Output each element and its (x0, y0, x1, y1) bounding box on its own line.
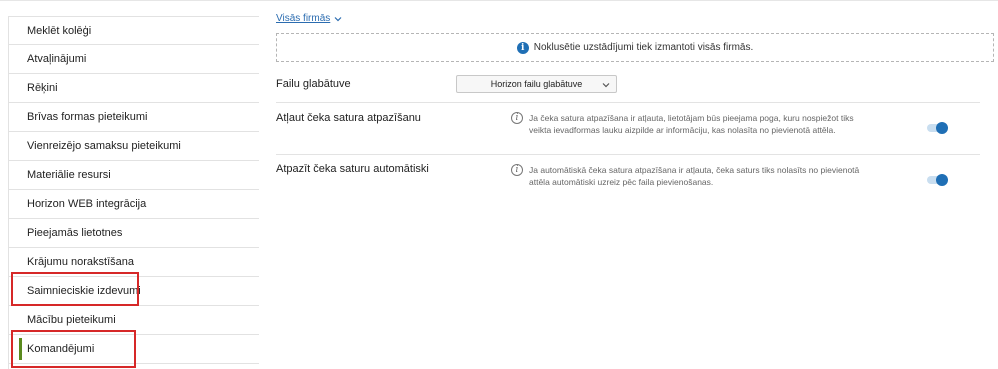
sidebar-item-label: Atvaļinājumi (27, 53, 87, 65)
scope-label: Visās firmās (276, 13, 331, 24)
defaults-notice: i Noklusētie uzstādījumi tiek izmantoti … (276, 33, 994, 62)
sidebar-item-horizon-web-integracija[interactable]: Horizon WEB integrācija (9, 190, 259, 219)
chevron-down-icon (602, 83, 610, 88)
toggle-knob (936, 122, 948, 134)
sidebar-item-label: Meklēt kolēģi (27, 24, 92, 37)
toggle-knob (936, 174, 948, 186)
chevron-down-icon (334, 16, 342, 21)
select-value: Horizon failu glabātuve (490, 79, 583, 89)
sidebar-item-brivas-formas-pieteikumi[interactable]: Brīvas formas pieteikumi (9, 103, 259, 132)
sidebar-item-komandejumi[interactable]: Komandējumi (9, 335, 259, 364)
info-outline-icon: i (511, 164, 523, 176)
info-icon: i (516, 41, 529, 54)
setting-label: Atpazīt čeka saturu automātiski (276, 163, 429, 175)
sidebar-item-label: Komandējumi (27, 343, 95, 355)
info-outline-icon: i (511, 112, 523, 124)
allow-recognition-toggle[interactable] (927, 122, 948, 134)
notice-text: Noklusētie uzstādījumi tiek izmantoti vi… (533, 42, 754, 53)
sidebar: Meklēt kolēģi Atvaļinājumi Rēķini Brīvas… (8, 16, 259, 369)
auto-recognition-toggle[interactable] (927, 174, 948, 186)
sidebar-item-rekini[interactable]: Rēķini (9, 74, 259, 103)
file-storage-select[interactable]: Horizon failu glabātuve (456, 75, 617, 93)
divider (276, 154, 980, 155)
sidebar-item-atvalinajumi[interactable]: Atvaļinājumi (9, 45, 259, 74)
setting-label: Failu glabātuve (276, 78, 351, 90)
sidebar-item-macibu-pieteikumi[interactable]: Mācību pieteikumi (9, 306, 259, 335)
top-border (0, 0, 998, 1)
sidebar-item-meklet-kolegi[interactable]: Meklēt kolēģi (9, 16, 259, 45)
sidebar-item-label: Brīvas formas pieteikumi (27, 111, 148, 123)
sidebar-item-saimnieciskie-izdevumi[interactable]: Saimnieciskie izdevumi (9, 277, 259, 306)
setting-description: Ja čeka satura atpazīšana ir atļauta, li… (529, 113, 854, 135)
sidebar-item-label: Pieejamās lietotnes (27, 227, 123, 239)
sidebar-item-label: Vienreizējo samaksu pieteikumi (27, 140, 181, 152)
sidebar-item-label: Horizon WEB integrācija (27, 198, 147, 210)
sidebar-item-label: Mācību pieteikumi (27, 314, 116, 326)
setting-label: Atļaut čeka satura atpazīšanu (276, 112, 421, 124)
sidebar-item-krajumu-norakstisana[interactable]: Krājumu norakstīšana (9, 248, 259, 277)
divider (276, 102, 980, 103)
setting-description: Ja automātiskā čeka satura atpazīšana ir… (529, 165, 860, 187)
sidebar-item-label: Materiālie resursi (27, 169, 111, 181)
sidebar-item-materialie-resursi[interactable]: Materiālie resursi (9, 161, 259, 190)
scope-dropdown[interactable]: Visās firmās (276, 13, 342, 24)
sidebar-item-vienreizejo-samaksu-pieteikumi[interactable]: Vienreizējo samaksu pieteikumi (9, 132, 259, 161)
sidebar-item-label: Rēķini (27, 82, 58, 94)
sidebar-item-label: Saimnieciskie izdevumi (27, 285, 141, 297)
sidebar-item-label: Krājumu norakstīšana (27, 256, 134, 268)
sidebar-item-pieejamas-lietotnes[interactable]: Pieejamās lietotnes (9, 219, 259, 248)
